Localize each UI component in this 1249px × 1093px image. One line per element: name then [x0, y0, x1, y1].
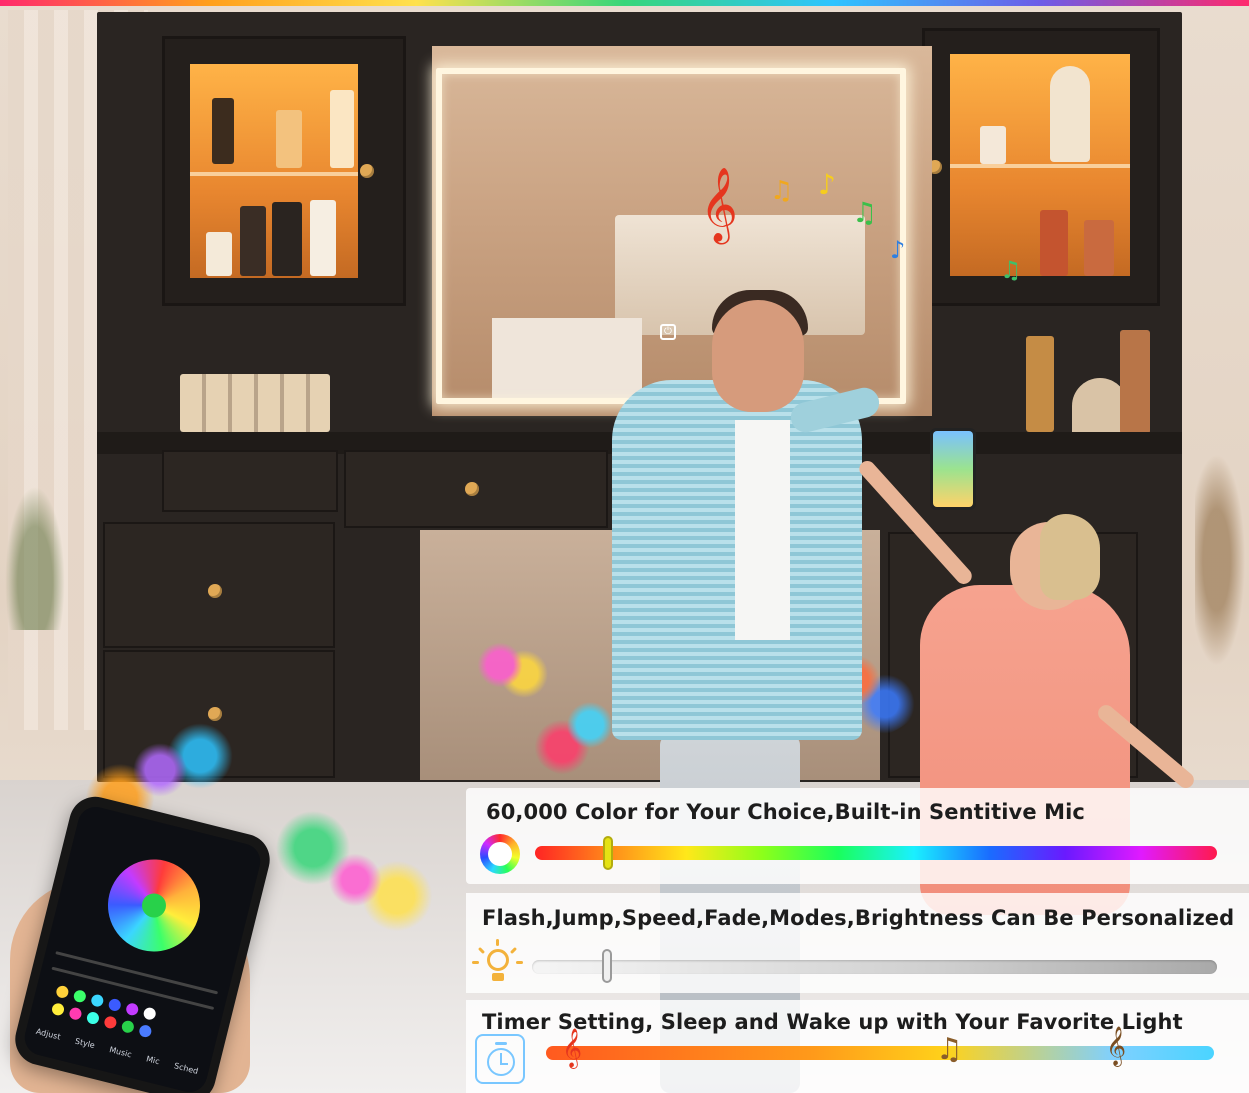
plant	[1195, 440, 1249, 680]
necklace-bust	[1050, 66, 1090, 162]
app-tab[interactable]: Mic	[145, 1054, 160, 1066]
man-face	[712, 300, 804, 412]
mirror-touch-power-icon: ⏻	[660, 324, 676, 340]
brightness-slider-track	[532, 960, 1217, 974]
music-note-icon: ♫	[770, 176, 794, 206]
diffuser-bottle	[1040, 210, 1068, 276]
music-note-icon: ♫	[852, 196, 878, 229]
music-note-icon: ♪	[818, 168, 836, 201]
glass-shelf	[190, 172, 358, 176]
feature-title: Flash,Jump,Speed,Fade,Modes,Brightness C…	[482, 906, 1235, 930]
led-mirror-frame	[436, 68, 906, 404]
paint-splash	[250, 800, 460, 960]
color-ring-icon	[480, 834, 520, 874]
app-tab[interactable]: Sched	[173, 1061, 199, 1076]
color-swatch	[85, 1010, 101, 1026]
timer-icon	[475, 1034, 525, 1084]
diffuser-bottle	[1084, 220, 1114, 276]
music-note-icon: ♫	[1000, 256, 1022, 284]
product-scene: ⏻ 𝄞 ♫ ♪ ♫ ♪ ♫ Adjust Style Music Mic Sch…	[0, 0, 1249, 1093]
color-swatch	[120, 1019, 136, 1035]
app-tab[interactable]: Music	[108, 1045, 132, 1059]
drawer	[162, 450, 338, 512]
glass-shelf	[950, 164, 1130, 168]
color-swatch	[90, 993, 105, 1008]
color-slider-thumb	[603, 836, 613, 870]
app-tab[interactable]: Adjust	[35, 1027, 61, 1042]
color-swatch	[107, 997, 123, 1013]
rainbow-strip	[0, 0, 1249, 6]
feature-panel-timer: Timer Setting, Sleep and Wake up with Yo…	[466, 1000, 1249, 1093]
phone-screen	[933, 431, 973, 507]
feature-title: 60,000 Color for Your Choice,Built-in Se…	[486, 800, 1085, 824]
cosmetic-bottle	[206, 232, 232, 276]
drawer-knob	[208, 584, 222, 598]
color-wheel-icon	[98, 849, 210, 962]
drawer-knob	[465, 482, 479, 496]
color-swatch	[142, 1006, 157, 1021]
color-swatch	[55, 984, 70, 1000]
perfume-bottle	[276, 110, 302, 168]
music-note-icon: ♫	[936, 1032, 963, 1067]
app-tab-bar: Adjust Style Music Mic Sched	[35, 1027, 199, 1076]
serum-bottle	[1026, 336, 1054, 432]
music-note-icon: ♪	[890, 236, 906, 264]
cosmetic-bottle	[310, 200, 336, 276]
man-white-tee	[735, 420, 790, 640]
color-slider-track	[535, 846, 1217, 860]
cosmetic-boxes	[180, 374, 330, 432]
cosmetic-bottle	[330, 90, 354, 168]
color-swatch	[50, 1002, 66, 1017]
treble-clef-icon: 𝄞	[562, 1028, 583, 1068]
color-swatch	[138, 1023, 153, 1039]
brush-cup	[212, 98, 234, 164]
treble-clef-icon: 𝄞	[700, 168, 738, 242]
jewelry-stand	[980, 126, 1006, 164]
brightness-slider-thumb	[602, 949, 612, 983]
color-swatch	[68, 1006, 83, 1021]
app-tab[interactable]: Style	[74, 1037, 96, 1051]
feature-panel-color: 60,000 Color for Your Choice,Built-in Se…	[466, 788, 1249, 884]
cabinet-knob	[360, 164, 374, 178]
phone-on-charger	[930, 428, 976, 510]
serum-bottle	[1120, 330, 1150, 434]
color-swatch	[72, 988, 88, 1004]
color-swatch	[124, 1002, 140, 1017]
color-swatch	[103, 1015, 118, 1030]
treble-clef-icon: 𝄞	[1106, 1026, 1127, 1066]
girl-hair	[1040, 514, 1100, 600]
cosmetic-bottle	[272, 202, 302, 276]
plant	[0, 470, 70, 630]
feature-title: Timer Setting, Sleep and Wake up with Yo…	[482, 1010, 1183, 1034]
lightbulb-icon	[472, 939, 523, 987]
cosmetic-bottle	[240, 206, 266, 276]
feature-panel-modes: Flash,Jump,Speed,Fade,Modes,Brightness C…	[466, 893, 1249, 993]
